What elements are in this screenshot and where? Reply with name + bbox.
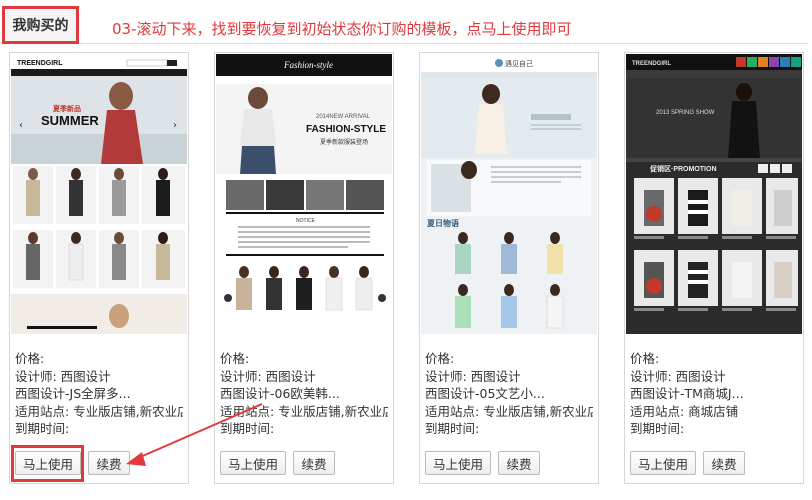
preview-brand: 遇见自己 — [505, 59, 533, 68]
template-preview[interactable]: 遇见自己 夏日物语 — [421, 54, 597, 334]
price-label: 价格: — [425, 351, 455, 366]
preview-banner-small: 2014NEW ARRIVAL — [316, 114, 371, 120]
preview-brand: Fashion-style — [283, 60, 333, 70]
use-now-button[interactable]: 马上使用 — [425, 451, 491, 475]
preview-banner-small: 2013 SPRING SHOW — [656, 110, 715, 116]
designer-label: 设计师: 西图设计 — [630, 368, 726, 384]
template-name: 西图设计-TM商城J... — [630, 386, 744, 401]
svg-text:‹: ‹ — [19, 120, 23, 131]
template-preview[interactable]: Fashion-style 2014NEW ARRIVAL FASHION-ST… — [216, 54, 392, 334]
use-now-button[interactable]: 马上使用 — [630, 451, 696, 475]
designer-label: 设计师: 西图设计 — [15, 368, 111, 384]
applicable-sites: 适用站点: 商城店铺 — [630, 403, 739, 419]
preview-banner-small: 夏日物语 — [426, 218, 459, 228]
template-info: 价格: 设计师: 西图设计 西图设计-05文艺小... 适用站点: 专业版店铺,… — [425, 350, 593, 438]
applicable-sites: 适用站点: 专业版店铺,新农业店铺 — [425, 403, 593, 419]
svg-text:›: › — [173, 120, 177, 131]
template-preview-image: Fashion-style 2014NEW ARRIVAL FASHION-ST… — [216, 54, 392, 334]
tab-my-purchases[interactable]: 我购买的 — [2, 6, 79, 44]
renew-button[interactable]: 续费 — [293, 451, 335, 475]
template-preview-image: 遇见自己 夏日物语 — [421, 54, 597, 334]
template-card: TREENDGIRL 夏季新品 SUMMER ‹ › 价格: 设计师: 西图设计… — [9, 52, 189, 484]
applicable-sites: 适用站点: 专业版店铺,新农业店铺 — [220, 403, 388, 419]
template-preview-image: TREENDGIRL 夏季新品 SUMMER ‹ › — [11, 54, 187, 334]
template-name: 西图设计-05文艺小... — [425, 386, 545, 401]
template-preview[interactable]: TREENDGIRL 夏季新品 SUMMER ‹ › — [11, 54, 187, 334]
template-name: 西图设计-06欧美韩... — [220, 386, 340, 401]
applicable-sites: 适用站点: 专业版店铺,新农业店铺 — [15, 403, 183, 419]
price-label: 价格: — [630, 351, 660, 366]
template-preview-image: TREENDGIRL 2013 SPRING SHOW 促销区·PROMOTIO… — [626, 54, 802, 334]
template-card: TREENDGIRL 2013 SPRING SHOW 促销区·PROMOTIO… — [624, 52, 804, 484]
preview-notice: NOTICE — [296, 218, 316, 224]
instruction-text: 03-滚动下来，找到要恢复到初始状态你订购的模板，点马上使用即可 — [112, 20, 572, 38]
price-label: 价格: — [15, 351, 45, 366]
preview-brand: TREENDGIRL — [17, 60, 63, 67]
template-info: 价格: 设计师: 西图设计 西图设计-06欧美韩... 适用站点: 专业版店铺,… — [220, 350, 388, 438]
expiry-label: 到期时间: — [15, 421, 70, 436]
preview-banner-sub: 夏季新款服装登场 — [320, 138, 368, 146]
template-preview[interactable]: TREENDGIRL 2013 SPRING SHOW 促销区·PROMOTIO… — [626, 54, 802, 334]
renew-button[interactable]: 续费 — [498, 451, 540, 475]
template-card: Fashion-style 2014NEW ARRIVAL FASHION-ST… — [214, 52, 394, 484]
template-info: 价格: 设计师: 西图设计 西图设计-JS全屏多... 适用站点: 专业版店铺,… — [15, 350, 183, 438]
header-divider — [80, 43, 808, 44]
preview-banner-big: 促销区·PROMOTION — [649, 164, 717, 173]
use-now-highlight-box — [11, 445, 84, 482]
expiry-label: 到期时间: — [220, 421, 275, 436]
template-name: 西图设计-JS全屏多... — [15, 386, 131, 401]
designer-label: 设计师: 西图设计 — [220, 368, 316, 384]
template-info: 价格: 设计师: 西图设计 西图设计-TM商城J... 适用站点: 商城店铺 到… — [630, 350, 798, 438]
preview-banner-big: FASHION-STYLE — [306, 124, 386, 135]
designer-label: 设计师: 西图设计 — [425, 368, 521, 384]
template-card: 遇见自己 夏日物语 价格: 设计师: 西图设计 西图设计-05文艺小... 适用… — [419, 52, 599, 484]
price-label: 价格: — [220, 351, 250, 366]
expiry-label: 到期时间: — [425, 421, 480, 436]
renew-button[interactable]: 续费 — [88, 451, 130, 475]
preview-banner-small: 夏季新品 — [52, 104, 81, 113]
use-now-button[interactable]: 马上使用 — [220, 451, 286, 475]
preview-brand: TREENDGIRL — [632, 61, 671, 67]
renew-button[interactable]: 续费 — [703, 451, 745, 475]
preview-banner-big: SUMMER — [41, 113, 99, 128]
expiry-label: 到期时间: — [630, 421, 685, 436]
